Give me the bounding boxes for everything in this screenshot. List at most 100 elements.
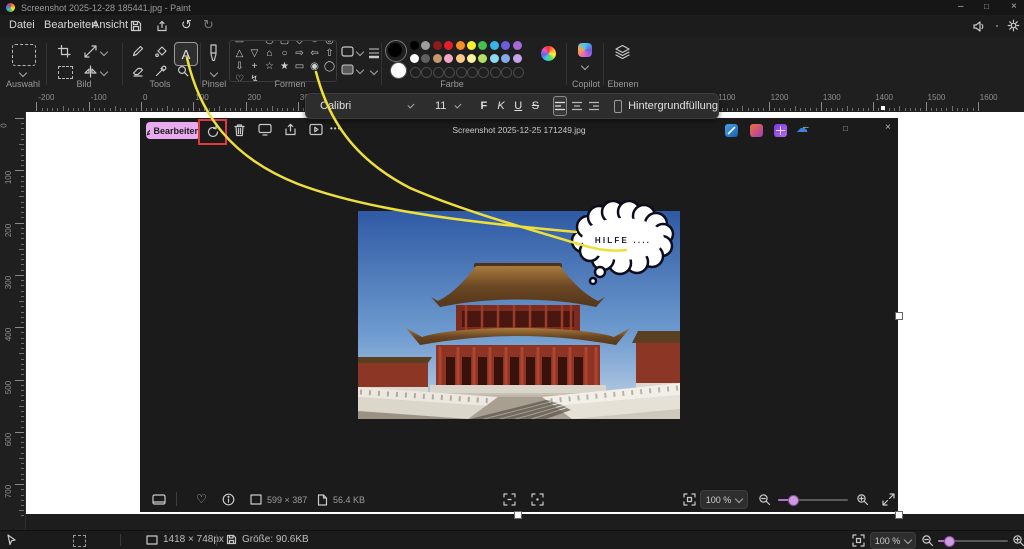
shape-option-icon[interactable]: ⇧ — [322, 48, 337, 60]
palette-color-swatch[interactable] — [433, 41, 442, 50]
info-icon[interactable] — [222, 493, 235, 506]
shape-option-icon[interactable]: ↯ — [247, 74, 262, 82]
shape-option-icon[interactable]: ⇩ — [232, 61, 247, 73]
magnifier-icon[interactable] — [177, 65, 189, 77]
shape-option-icon[interactable]: ○ — [277, 48, 292, 60]
fill-bucket-icon[interactable] — [155, 45, 167, 57]
feedback-megaphone-icon[interactable] — [972, 20, 985, 32]
shape-option-icon[interactable]: ☆ — [262, 61, 277, 73]
palette-color-swatch[interactable] — [410, 54, 419, 63]
primary-color-swatch[interactable] — [388, 43, 402, 57]
fit-to-window-icon[interactable] — [503, 493, 516, 506]
palette-empty-slot[interactable] — [501, 67, 512, 78]
shape-outline-icon[interactable] — [341, 46, 354, 57]
selection-chevron-icon[interactable] — [19, 69, 27, 77]
palette-color-swatch[interactable] — [444, 41, 453, 50]
selection-tool-icon[interactable] — [12, 44, 36, 66]
size-chevron-icon[interactable] — [455, 101, 462, 108]
copilot-icon[interactable] — [578, 43, 592, 57]
edit-colors-wheel-icon[interactable] — [541, 46, 556, 61]
flip-chevron-icon[interactable] — [100, 68, 108, 76]
open-with-paint-icon[interactable] — [725, 124, 738, 137]
copilot-chevron-icon[interactable] — [581, 62, 589, 70]
actual-size-icon[interactable] — [531, 493, 544, 506]
marquee-icon[interactable] — [58, 66, 73, 79]
pencil-icon[interactable] — [132, 45, 144, 57]
settings-gear-icon[interactable] — [1007, 19, 1020, 32]
bold-button[interactable]: F — [478, 100, 489, 112]
canvas-resize-handle-right[interactable] — [895, 312, 903, 320]
palette-color-swatch[interactable] — [444, 54, 453, 63]
zoom-slider-thumb[interactable] — [944, 536, 955, 547]
shape-option-icon[interactable]: ◎ — [322, 40, 337, 47]
stroke-chevron-icon[interactable] — [370, 67, 378, 75]
resize-icon[interactable] — [84, 45, 97, 58]
zoom-out-icon[interactable] — [921, 534, 934, 547]
shape-option-icon[interactable]: ◡ — [262, 40, 277, 47]
shape-option-icon[interactable]: ◉ — [307, 61, 322, 73]
palette-empty-slot[interactable] — [410, 67, 421, 78]
fit-screen-icon[interactable] — [683, 493, 696, 506]
resize-chevron-icon[interactable] — [100, 48, 108, 56]
shape-option-icon[interactable]: ▭ — [232, 40, 247, 47]
maximize-button[interactable]: □ — [984, 2, 989, 11]
palette-color-swatch[interactable] — [490, 41, 499, 50]
photos-zoom-dropdown[interactable]: 100 % — [700, 490, 748, 509]
palette-empty-slot[interactable] — [478, 67, 489, 78]
secondary-color-swatch[interactable] — [390, 62, 407, 79]
palette-color-swatch[interactable] — [501, 54, 510, 63]
palette-empty-slot[interactable] — [467, 67, 478, 78]
menu-datei[interactable]: Datei — [9, 19, 35, 31]
palette-empty-slot[interactable] — [444, 67, 455, 78]
italic-button[interactable]: K — [495, 100, 506, 112]
shape-option-icon[interactable]: + — [247, 61, 262, 73]
shape-option-icon[interactable]: ○ — [307, 40, 322, 47]
palette-empty-slot[interactable] — [490, 67, 501, 78]
shape-option-icon[interactable]: ♡ — [232, 74, 247, 82]
palette-color-swatch[interactable] — [433, 54, 442, 63]
shape-option-icon[interactable]: ▭ — [292, 61, 307, 73]
zoom-dropdown[interactable]: 100 % — [870, 532, 916, 549]
fit-screen-icon[interactable] — [852, 534, 865, 547]
align-left-button[interactable] — [553, 96, 567, 116]
shape-option-icon[interactable]: ★ — [277, 61, 292, 73]
shape-option-icon[interactable]: ▢ — [277, 40, 292, 47]
redo-icon[interactable]: ↻ — [203, 17, 214, 33]
canvas-resize-handle-corner[interactable] — [895, 511, 903, 519]
shape-option-icon[interactable]: ◇ — [292, 40, 307, 47]
zoom-in-icon[interactable] — [856, 493, 869, 506]
font-family-dropdown[interactable]: Calibri — [320, 100, 351, 112]
shape-option-icon[interactable]: ◠ — [247, 40, 262, 47]
outline-chevron-icon[interactable] — [356, 48, 364, 56]
text-tool-button[interactable]: A — [174, 42, 198, 66]
inner-maximize-button[interactable]: □ — [843, 124, 848, 133]
align-right-button[interactable] — [588, 97, 600, 115]
shape-option-icon[interactable]: ⌂ — [262, 48, 277, 60]
palette-color-swatch[interactable] — [456, 41, 465, 50]
fill-chevron-icon[interactable] — [356, 66, 364, 74]
palette-color-swatch[interactable] — [467, 54, 476, 63]
palette-empty-slot[interactable] — [513, 67, 524, 78]
edited-screenshot-image[interactable]: Bearbeiten ••• Screenshot 2025-12-25 171… — [140, 118, 898, 512]
font-size-dropdown[interactable]: 11 — [435, 100, 446, 112]
inner-close-button[interactable]: × — [885, 122, 891, 133]
underline-button[interactable]: U — [513, 100, 524, 112]
menu-ansicht[interactable]: Ansicht — [92, 19, 128, 31]
brush-chevron-icon[interactable] — [210, 69, 218, 77]
favorite-heart-icon[interactable]: ♡ — [196, 492, 207, 506]
inner-minimize-button[interactable]: – — [803, 122, 809, 133]
zoom-out-icon[interactable] — [758, 493, 771, 506]
strikethrough-button[interactable]: S — [530, 100, 541, 112]
shape-fill-icon[interactable] — [341, 64, 354, 75]
palette-empty-slot[interactable] — [433, 67, 444, 78]
font-chevron-icon[interactable] — [408, 101, 415, 108]
align-center-button[interactable] — [571, 97, 583, 115]
palette-color-swatch[interactable] — [478, 54, 487, 63]
background-fill-checkbox[interactable] — [614, 100, 622, 113]
palette-color-swatch[interactable] — [467, 41, 476, 50]
fullscreen-expand-icon[interactable] — [882, 493, 895, 506]
layers-icon[interactable] — [614, 44, 631, 60]
filmstrip-toggle-icon[interactable] — [152, 494, 166, 506]
crop-icon[interactable] — [58, 45, 71, 58]
minimize-button[interactable]: – — [958, 1, 964, 12]
